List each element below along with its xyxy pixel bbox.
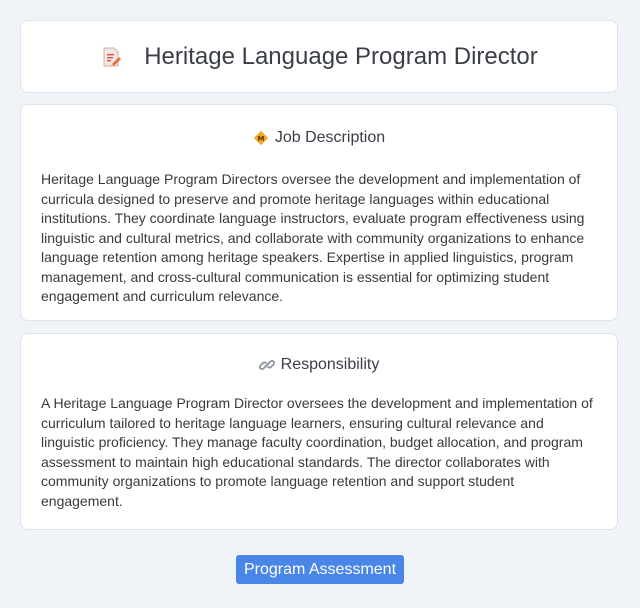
page-title: Heritage Language Program Director — [144, 42, 538, 70]
program-assessment-button[interactable]: Program Assessment — [236, 555, 404, 584]
responsibility-card: Responsibility A Heritage Language Progr… — [20, 333, 618, 530]
svg-text:M: M — [257, 135, 264, 143]
memo-pencil-icon — [100, 46, 122, 68]
job-description-card: M Job Description Heritage Language Prog… — [20, 104, 618, 321]
link-icon — [258, 357, 275, 373]
responsibility-text: A Heritage Language Program Director ove… — [41, 395, 593, 509]
job-description-text: Heritage Language Program Directors over… — [41, 171, 585, 304]
diamond-badge-icon: M — [253, 130, 269, 146]
responsibility-heading: Responsibility — [21, 355, 617, 375]
job-description-heading: M Job Description — [21, 128, 617, 148]
job-description-title: Job Description — [274, 129, 386, 146]
title-card: Heritage Language Program Director — [20, 20, 618, 93]
responsibility-title: Responsibility — [280, 356, 380, 373]
